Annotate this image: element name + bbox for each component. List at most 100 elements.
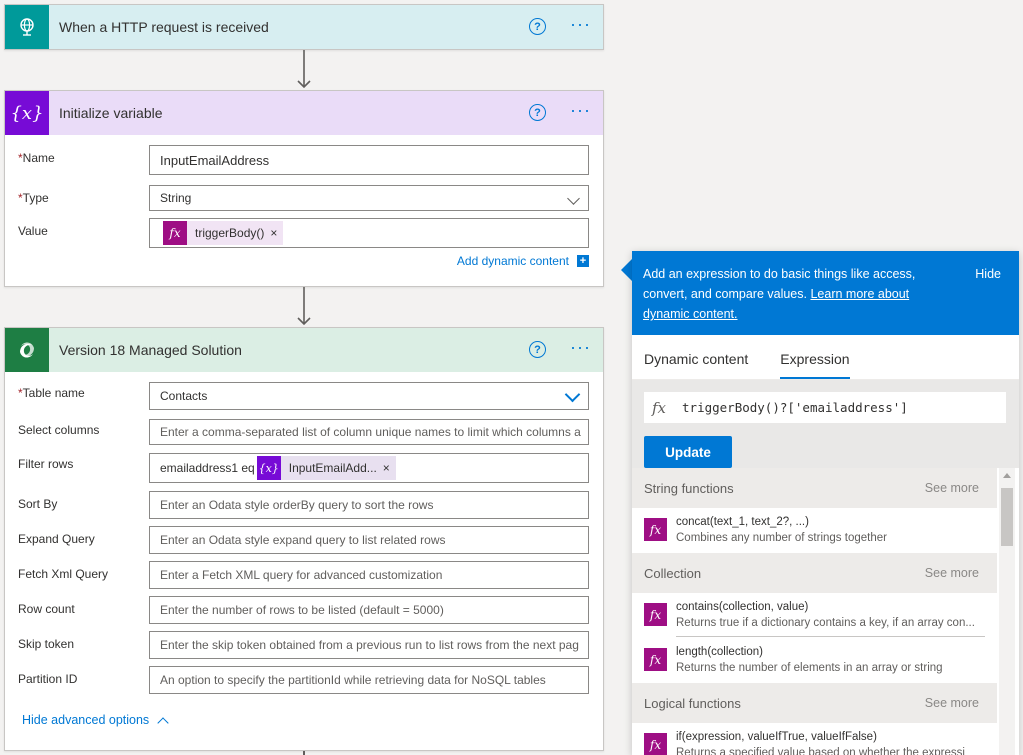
chevron-down-icon (567, 192, 580, 205)
remove-token-icon[interactable]: × (383, 461, 396, 475)
variable-icon: {x} (5, 91, 49, 135)
plus-icon: + (577, 255, 589, 267)
function-list: String functions See more fx concat(text… (632, 468, 997, 755)
help-icon[interactable]: ? (529, 341, 546, 358)
flow-connector (303, 751, 305, 755)
expand-query-input[interactable]: Enter an Odata style expand query to lis… (149, 526, 589, 554)
expand-query-label: Expand Query (18, 532, 95, 546)
chevron-up-icon (157, 716, 169, 729)
function-description: Combines any number of strings together (676, 532, 887, 544)
help-icon[interactable]: ? (529, 104, 546, 121)
fx-icon: fx (644, 603, 667, 626)
fx-icon: fx (644, 518, 667, 541)
name-input[interactable]: InputEmailAddress (149, 145, 589, 175)
remove-token-icon[interactable]: × (270, 226, 283, 240)
hide-advanced-options-label: Hide advanced options (22, 713, 150, 727)
more-options-icon[interactable]: ··· (570, 101, 591, 119)
section-header: String functions See more (632, 468, 997, 508)
token-label: InputEmailAdd... (288, 461, 377, 475)
flow-arrow (297, 50, 311, 90)
flow-arrow (297, 287, 311, 327)
function-list-scrollbar[interactable] (999, 468, 1015, 755)
see-more-link[interactable]: See more (925, 566, 979, 580)
skip-token-input[interactable]: Enter the skip token obtained from a pre… (149, 631, 589, 659)
select-columns-input[interactable]: Enter a comma-separated list of column u… (149, 419, 589, 445)
filter-rows-text: emailaddress1 eq (160, 461, 255, 475)
initialize-variable-title: Initialize variable (59, 105, 163, 121)
function-name: concat(text_1, text_2?, ...) (676, 516, 809, 528)
globe-icon (5, 5, 49, 49)
expression-editor-area: fx triggerBody()?['emailaddress'] Update (632, 380, 1019, 468)
initialize-variable-header[interactable]: {x} Initialize variable ? ··· (5, 91, 603, 135)
table-name-value: Contacts (160, 389, 208, 403)
dataverse-icon (5, 328, 49, 372)
update-button[interactable]: Update (644, 436, 732, 468)
fx-icon: fx (644, 648, 667, 671)
partition-id-row: Partition ID An option to specify the pa… (5, 666, 605, 696)
input-email-token[interactable]: {x} InputEmailAdd... × (256, 456, 396, 480)
expand-query-row: Expand Query Enter an Odata style expand… (5, 526, 605, 556)
hide-panel-button[interactable]: Hide (975, 264, 1001, 284)
see-more-link[interactable]: See more (925, 696, 979, 710)
tab-dynamic-content[interactable]: Dynamic content (644, 351, 748, 379)
function-description: Returns the number of elements in an arr… (676, 662, 943, 674)
help-icon[interactable]: ? (529, 18, 546, 35)
partition-id-input[interactable]: An option to specify the partitionId whi… (149, 666, 589, 694)
fx-icon: fx (163, 221, 187, 245)
filter-rows-label: Filter rows (18, 457, 74, 471)
type-select[interactable]: String (149, 185, 589, 211)
value-field-row: Value fx triggerBody() × (5, 218, 605, 248)
list-rows-title: Version 18 Managed Solution (59, 342, 242, 358)
list-rows-card: Version 18 Managed Solution ? ··· *Table… (4, 327, 604, 751)
hide-advanced-options-link[interactable]: Hide advanced options (22, 713, 169, 729)
tab-expression[interactable]: Expression (780, 351, 850, 379)
table-name-select[interactable]: Contacts (149, 382, 589, 410)
function-item[interactable]: fx contains(collection, value) Returns t… (632, 593, 997, 638)
list-rows-header[interactable]: Version 18 Managed Solution ? ··· (5, 328, 603, 372)
skip-token-label: Skip token (18, 637, 75, 651)
function-description: Returns true if a dictionary contains a … (676, 617, 975, 629)
row-count-label: Row count (18, 602, 75, 616)
http-trigger-header[interactable]: When a HTTP request is received ? ··· (5, 5, 603, 49)
row-count-row: Row count Enter the number of rows to be… (5, 596, 605, 626)
function-item[interactable]: fx length(collection) Returns the number… (632, 638, 997, 683)
scrollbar-thumb[interactable] (1001, 488, 1013, 546)
more-options-icon[interactable]: ··· (570, 15, 591, 33)
fx-icon: fx (644, 733, 667, 755)
fetch-xml-input[interactable]: Enter a Fetch XML query for advanced cus… (149, 561, 589, 589)
skip-token-row: Skip token Enter the skip token obtained… (5, 631, 605, 661)
table-name-label: Table name (22, 386, 85, 400)
function-name: if(expression, valueIfTrue, valueIfFalse… (676, 731, 877, 743)
function-item[interactable]: fx if(expression, valueIfTrue, valueIfFa… (632, 723, 997, 755)
expression-input[interactable]: fx triggerBody()?['emailaddress'] (644, 392, 1006, 423)
function-item[interactable]: fx concat(text_1, text_2?, ...) Combines… (632, 508, 997, 553)
value-label: Value (18, 224, 48, 238)
select-columns-label: Select columns (18, 423, 100, 437)
variable-icon: {x} (256, 456, 281, 480)
name-label: Name (22, 151, 55, 165)
section-title: Logical functions (644, 695, 741, 711)
panel-tabs: Dynamic content Expression (632, 335, 1019, 380)
http-trigger-card: When a HTTP request is received ? ··· (4, 4, 604, 50)
section-title: String functions (644, 480, 734, 496)
type-select-value: String (160, 191, 192, 205)
type-label: Type (22, 191, 49, 205)
filter-rows-input[interactable]: emailaddress1 eq {x} InputEmailAdd... × (149, 453, 589, 483)
function-name: contains(collection, value) (676, 601, 809, 613)
select-columns-row: Select columns Enter a comma-separated l… (5, 419, 605, 449)
row-count-input[interactable]: Enter the number of rows to be listed (d… (149, 596, 589, 624)
function-name: length(collection) (676, 646, 763, 658)
fetch-xml-label: Fetch Xml Query (18, 567, 109, 581)
more-options-icon[interactable]: ··· (570, 338, 591, 356)
scroll-up-icon[interactable] (1003, 473, 1011, 478)
trigger-body-token[interactable]: fx triggerBody() × (163, 221, 284, 245)
sort-by-label: Sort By (18, 497, 58, 511)
section-header: Collection See more (632, 553, 997, 593)
sort-by-input[interactable]: Enter an Odata style orderBy query to so… (149, 491, 589, 519)
dynamic-content-panel: Add an expression to do basic things lik… (632, 251, 1019, 755)
see-more-link[interactable]: See more (925, 481, 979, 495)
add-dynamic-content-link[interactable]: Add dynamic content + (457, 254, 589, 268)
panel-info-banner: Add an expression to do basic things lik… (632, 251, 1019, 335)
item-divider (676, 636, 985, 637)
value-input[interactable]: fx triggerBody() × (149, 218, 589, 248)
